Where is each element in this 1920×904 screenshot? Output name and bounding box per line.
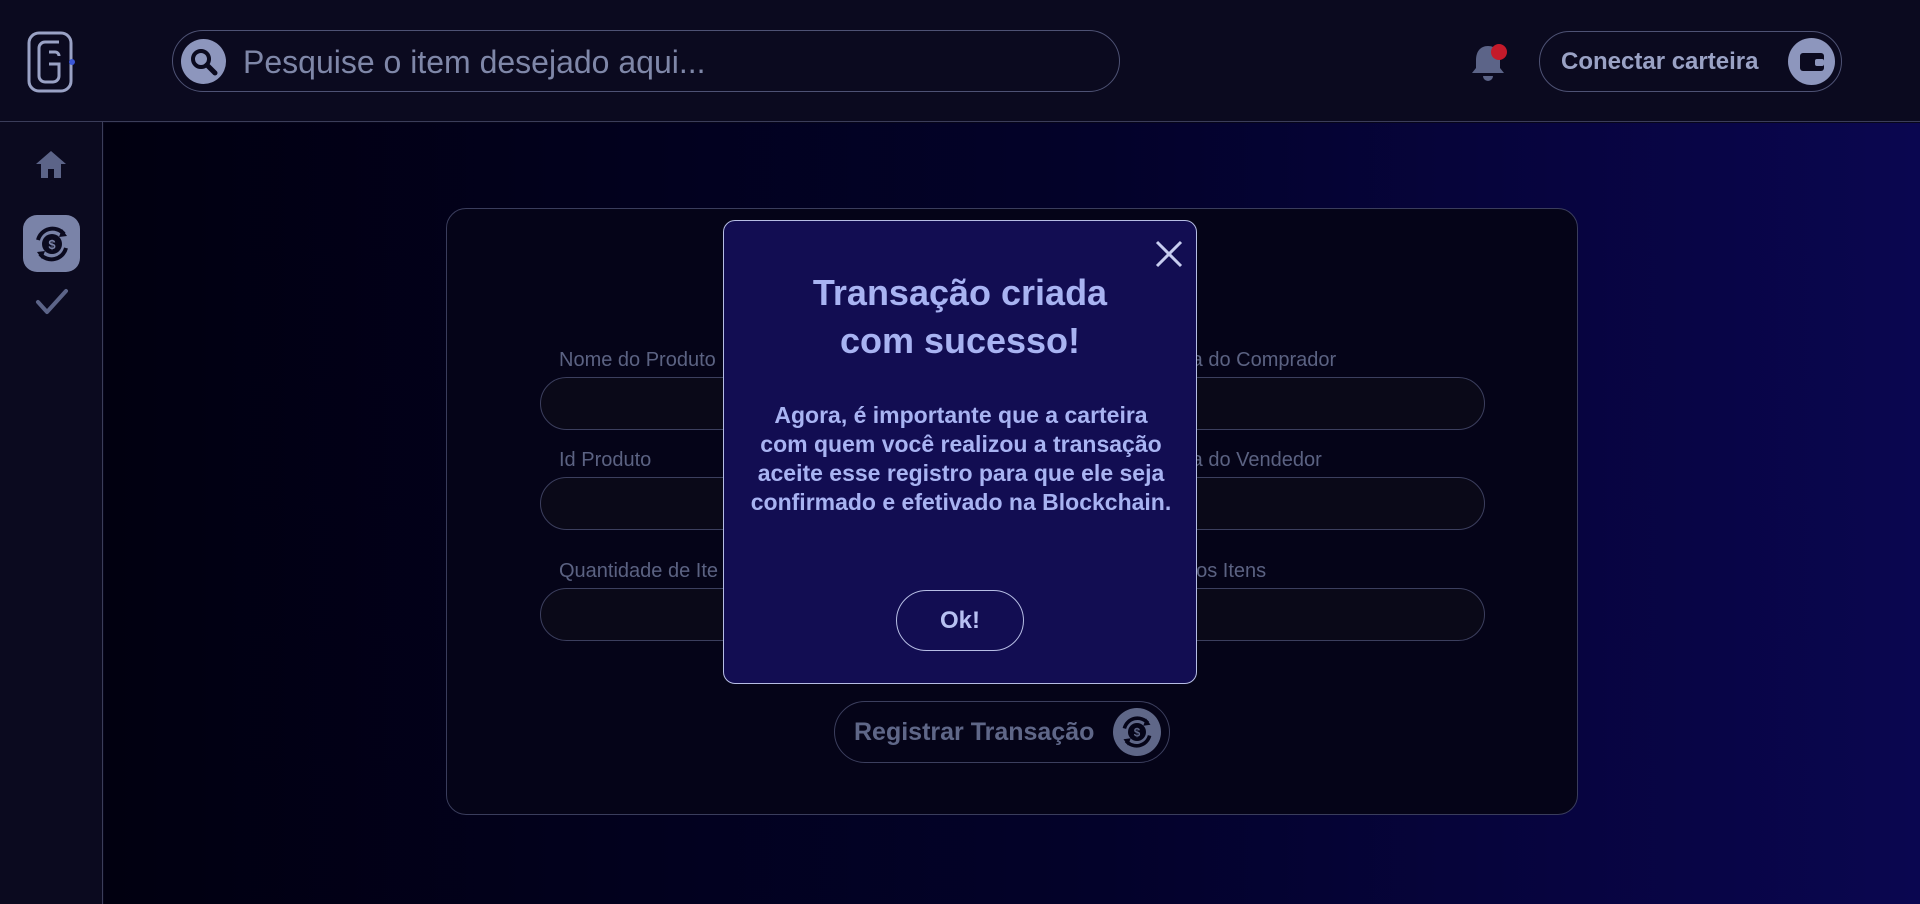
modal-title-line2: com sucesso! xyxy=(839,320,1081,361)
modal-message: Agora, é importante que a carteira com q… xyxy=(750,402,1172,515)
close-icon[interactable] xyxy=(1152,237,1186,271)
register-transaction-button[interactable]: Registrar Transação $ xyxy=(834,701,1170,763)
success-modal: Transação criada com sucesso! Agora, é i… xyxy=(723,220,1197,684)
modal-title: Transação criada com sucesso! xyxy=(724,269,1196,365)
transaction-icon[interactable]: $ xyxy=(23,215,80,272)
ok-button[interactable]: Ok! xyxy=(896,590,1024,651)
field-label-items-value: dos Itens xyxy=(1185,560,1267,582)
search-bar xyxy=(172,30,1120,93)
transaction-icon: $ xyxy=(1113,708,1161,756)
wallet-icon xyxy=(1788,38,1835,85)
search-icon[interactable] xyxy=(181,39,226,84)
notification-badge xyxy=(1491,44,1507,60)
field-label-quantity: Quantidade de Ite xyxy=(559,560,719,582)
field-label-buyer-wallet: ra do Comprador xyxy=(1185,349,1337,371)
field-label-seller-wallet: ra do Vendedor xyxy=(1185,449,1322,471)
search-input[interactable] xyxy=(241,31,1105,93)
top-header: Conectar carteira xyxy=(0,0,1920,122)
sidebar: $ xyxy=(0,122,103,904)
home-icon[interactable] xyxy=(32,146,70,184)
connect-wallet-button[interactable]: Conectar carteira xyxy=(1539,31,1842,92)
field-label-product-id: Id Produto xyxy=(559,449,652,471)
register-transaction-label: Registrar Transação xyxy=(854,718,1095,746)
logo-icon[interactable] xyxy=(27,30,77,94)
svg-text:$: $ xyxy=(48,237,56,252)
connect-wallet-label: Conectar carteira xyxy=(1561,48,1759,75)
svg-text:$: $ xyxy=(1134,727,1141,740)
modal-title-line1: Transação criada xyxy=(812,272,1108,313)
check-icon[interactable] xyxy=(34,284,70,320)
app-window: Conectar carteira $ xyxy=(0,0,1920,904)
field-label-product-name: Nome do Produto xyxy=(559,349,716,371)
